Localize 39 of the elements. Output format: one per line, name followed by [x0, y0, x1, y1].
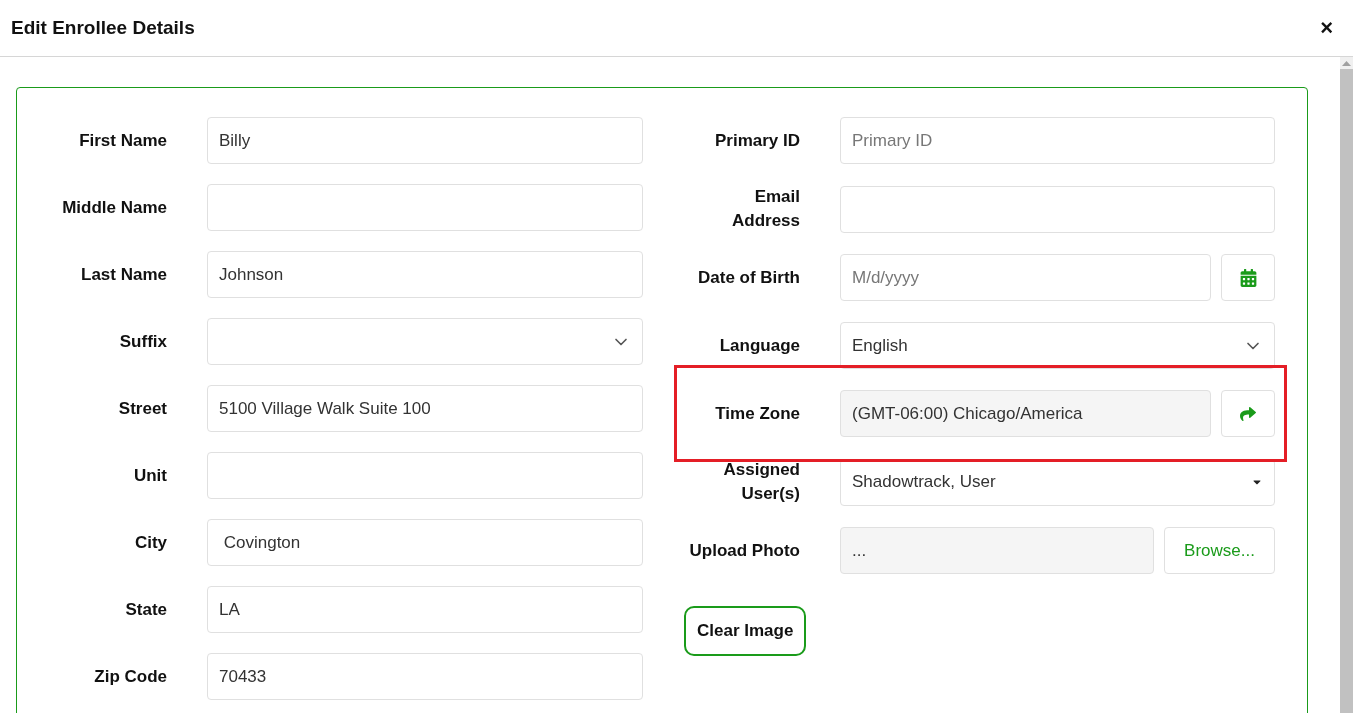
- text-field[interactable]: LA: [207, 586, 643, 633]
- date-field[interactable]: M/d/yyyy: [840, 254, 1211, 301]
- text-field[interactable]: Primary ID: [840, 117, 1275, 164]
- select-field[interactable]: English: [840, 322, 1275, 369]
- clear-image-button[interactable]: Clear Image: [684, 606, 807, 656]
- text-field[interactable]: Covington: [207, 519, 643, 566]
- field-label: State: [124, 598, 167, 621]
- close-button[interactable]: ×: [1320, 17, 1333, 39]
- field-label: Last Name: [80, 263, 167, 286]
- arrow-right-icon: [1240, 405, 1256, 422]
- field-label: Street: [117, 397, 167, 420]
- field-label: Language: [718, 334, 800, 357]
- text-field[interactable]: Billy: [207, 117, 643, 164]
- field-label: Upload Photo: [688, 539, 800, 562]
- text-field[interactable]: Johnson: [207, 251, 643, 298]
- share-button[interactable]: [1221, 390, 1275, 437]
- select-field[interactable]: [207, 318, 643, 365]
- field-label: City: [133, 531, 167, 554]
- field-label: Suffix: [118, 330, 167, 353]
- text-field[interactable]: [207, 452, 643, 499]
- text-field[interactable]: [840, 185, 1275, 233]
- field-label: Zip Code: [93, 665, 167, 688]
- field-label: First Name: [78, 129, 167, 152]
- dialog-title: Edit Enrollee Details: [11, 15, 195, 40]
- field-label: Time Zone: [714, 402, 800, 425]
- field-label: Middle Name: [61, 196, 167, 219]
- calendar-icon: [1239, 268, 1257, 287]
- field-label: Date of Birth: [697, 266, 800, 289]
- text-field[interactable]: [207, 184, 643, 231]
- field-label: Primary ID: [713, 129, 800, 152]
- browse-button[interactable]: Browse...: [1164, 527, 1275, 574]
- calendar-button[interactable]: [1221, 254, 1275, 301]
- field-label: Assigned User(s): [722, 459, 800, 505]
- text-field[interactable]: 70433: [207, 653, 643, 700]
- file-name-field: ...: [840, 527, 1154, 574]
- field-label: Unit: [132, 464, 167, 487]
- field-label: Email Address: [730, 186, 800, 232]
- time-zone-field: (GMT-06:00) Chicago/America: [840, 390, 1211, 437]
- text-field[interactable]: 5100 Village Walk Suite 100: [207, 385, 643, 432]
